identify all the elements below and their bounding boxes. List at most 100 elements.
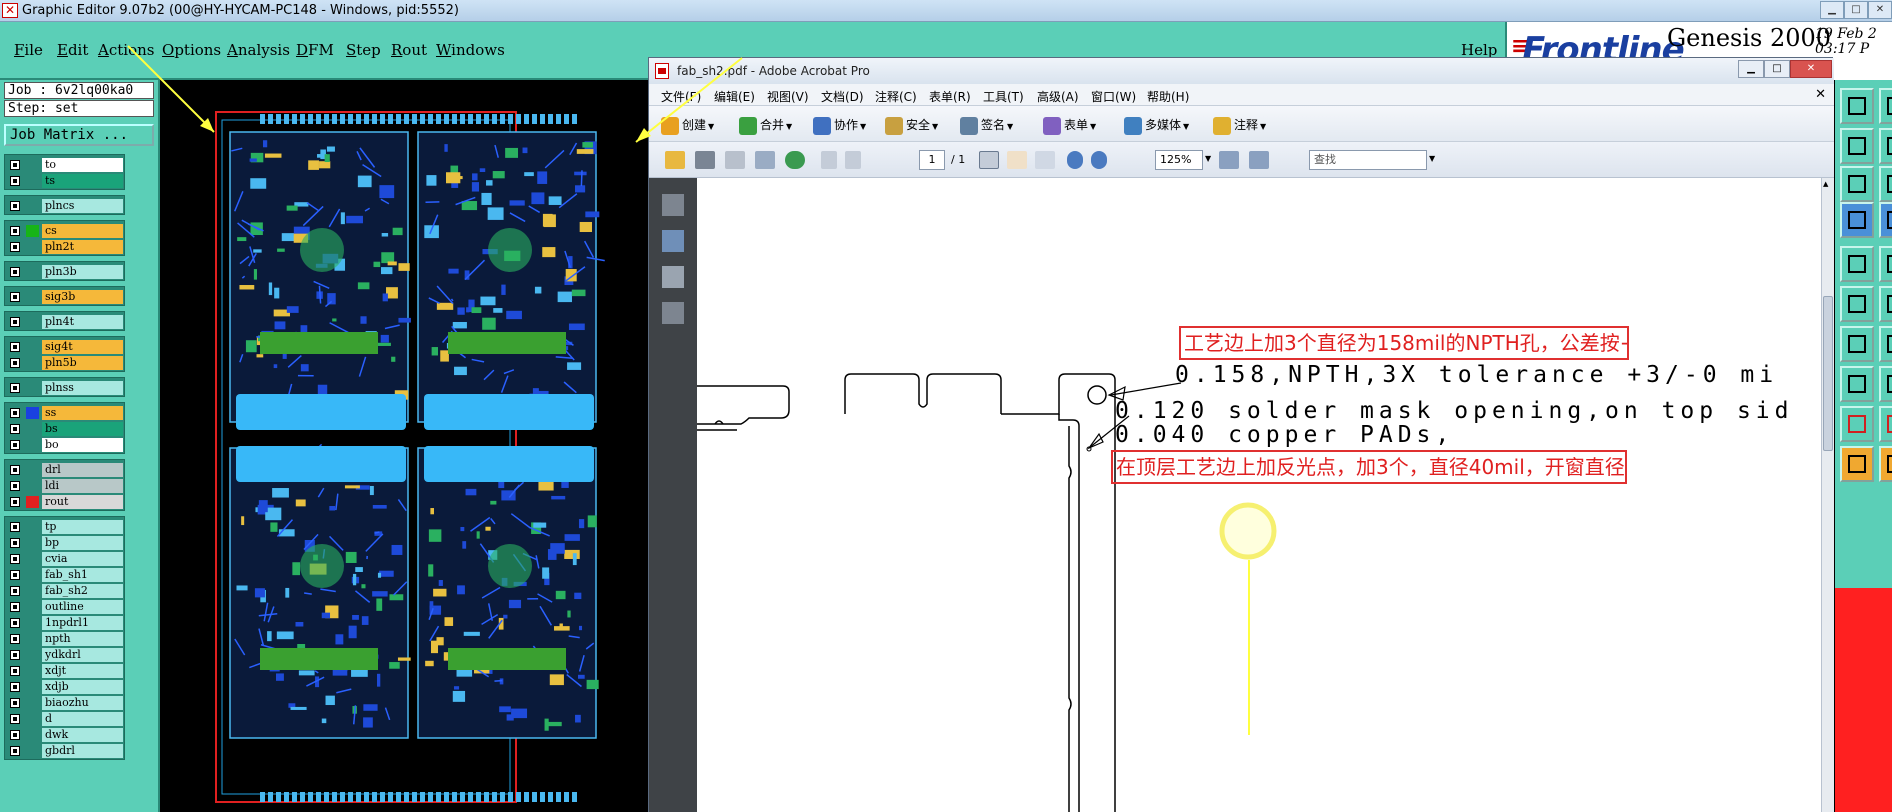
- acro-menu-edit[interactable]: 编辑(E): [714, 88, 755, 105]
- toolbar-button-2[interactable]: 协作 ▼: [813, 116, 866, 135]
- layer-checkbox[interactable]: [10, 586, 20, 596]
- toolbar-button-5[interactable]: 表单 ▼: [1043, 116, 1096, 135]
- layer-color-swatch[interactable]: [26, 521, 39, 533]
- vertical-scrollbar[interactable]: ▲: [1821, 178, 1834, 812]
- layer-checkbox[interactable]: [10, 618, 20, 628]
- layer-name[interactable]: sig4t: [42, 340, 123, 354]
- layer-color-swatch[interactable]: [26, 341, 39, 353]
- layer-color-swatch[interactable]: [26, 423, 39, 435]
- layer-color-swatch[interactable]: [26, 439, 39, 451]
- layer-color-swatch[interactable]: [26, 159, 39, 171]
- menu-rout[interactable]: Rout: [391, 41, 427, 59]
- maximize-button[interactable]: □: [1844, 1, 1868, 19]
- layer-checkbox[interactable]: [10, 538, 20, 548]
- layer-row-fab_sh1[interactable]: fab_sh1: [5, 567, 124, 583]
- layer-color-swatch[interactable]: [26, 382, 39, 394]
- layer-color-swatch[interactable]: [26, 537, 39, 549]
- layer-color-swatch[interactable]: [26, 266, 39, 278]
- select-text-icon[interactable]: [979, 151, 999, 169]
- layer-name[interactable]: dwk: [42, 728, 123, 742]
- layer-row-to[interactable]: to: [5, 157, 124, 173]
- layer-name[interactable]: bp: [42, 536, 123, 550]
- layer-name[interactable]: rout: [42, 495, 123, 509]
- layer-row-cvia[interactable]: cvia: [5, 551, 124, 567]
- layer-color-swatch[interactable]: [26, 745, 39, 757]
- layer-row-ss[interactable]: ss: [5, 405, 124, 421]
- text-a-alt-icon[interactable]: [1879, 406, 1892, 442]
- layer-color-swatch[interactable]: [26, 553, 39, 565]
- toolbar-button-6[interactable]: 多媒体 ▼: [1124, 116, 1189, 135]
- layer-color-swatch[interactable]: [26, 241, 39, 253]
- layer-checkbox[interactable]: [10, 698, 20, 708]
- open-folder-icon[interactable]: [665, 151, 685, 169]
- layer-checkbox[interactable]: [10, 424, 20, 434]
- layer-checkbox[interactable]: [10, 634, 20, 644]
- acrobat-minimize-button[interactable]: ▁: [1738, 60, 1764, 78]
- measure-alt-icon[interactable]: [1879, 286, 1892, 322]
- layer-row-npth[interactable]: npth: [5, 631, 124, 647]
- layer-checkbox[interactable]: [10, 383, 20, 393]
- acro-menu-file[interactable]: 文件(F): [661, 88, 701, 105]
- layer-row-xdjb[interactable]: xdjb: [5, 679, 124, 695]
- pcb-panel-drawing[interactable]: [160, 80, 652, 812]
- pad-alt-icon[interactable]: [1879, 366, 1892, 402]
- acro-menu-comments[interactable]: 注释(C): [875, 88, 917, 105]
- layer-name[interactable]: cs: [42, 224, 123, 238]
- snap-icon[interactable]: [1840, 202, 1874, 238]
- layer-name[interactable]: pln4t: [42, 315, 123, 329]
- layer-checkbox[interactable]: [10, 242, 20, 252]
- layer-row-ldi[interactable]: ldi: [5, 478, 124, 494]
- layer-name[interactable]: outline: [42, 600, 123, 614]
- layer-color-swatch[interactable]: [26, 697, 39, 709]
- email-icon[interactable]: [755, 151, 775, 169]
- acro-menu-help[interactable]: 帮助(H): [1147, 88, 1189, 105]
- layer-row-sig3b[interactable]: sig3b: [5, 289, 124, 305]
- menu-options[interactable]: Options: [162, 41, 221, 59]
- layer-name[interactable]: cvia: [42, 552, 123, 566]
- layer-color-swatch[interactable]: [26, 649, 39, 661]
- layer-name[interactable]: 1npdrl1: [42, 616, 123, 630]
- layer-name[interactable]: to: [42, 158, 123, 172]
- rotate-alt-icon[interactable]: [1879, 326, 1892, 362]
- layer-color-swatch[interactable]: [26, 407, 39, 419]
- print-icon[interactable]: [695, 151, 715, 169]
- layer-checkbox[interactable]: [10, 342, 20, 352]
- layer-color-swatch[interactable]: [26, 464, 39, 476]
- minimize-button[interactable]: ▁: [1820, 1, 1844, 19]
- layer-checkbox[interactable]: [10, 317, 20, 327]
- layer-row-fab_sh2[interactable]: fab_sh2: [5, 583, 124, 599]
- layer-checkbox[interactable]: [10, 497, 20, 507]
- layer-checkbox[interactable]: [10, 602, 20, 612]
- find-dropdown-icon[interactable]: ▼: [1429, 154, 1435, 163]
- layer-name[interactable]: fab_sh2: [42, 584, 123, 598]
- ruler-icon[interactable]: [1840, 246, 1874, 282]
- menu-actions[interactable]: Actions: [98, 41, 154, 59]
- layer-name[interactable]: plnss: [42, 381, 123, 395]
- layer-name[interactable]: pln3b: [42, 265, 123, 279]
- layer-row-ts[interactable]: ts: [5, 173, 124, 189]
- layer-row-bs[interactable]: bs: [5, 421, 124, 437]
- scale-icon[interactable]: [1840, 166, 1874, 202]
- layout-alt-icon[interactable]: [1879, 128, 1892, 164]
- layer-name[interactable]: pln5b: [42, 356, 123, 370]
- menu-dfm[interactable]: DFM: [296, 41, 334, 59]
- layer-checkbox[interactable]: [10, 746, 20, 756]
- fit-page-icon[interactable]: [1219, 151, 1239, 169]
- layer-checkbox[interactable]: [10, 358, 20, 368]
- fit-width-icon[interactable]: [1249, 151, 1269, 169]
- acro-menu-window[interactable]: 窗口(W): [1091, 88, 1136, 105]
- layer-row-1npdrl1[interactable]: 1npdrl1: [5, 615, 124, 631]
- layer-color-swatch[interactable]: [26, 617, 39, 629]
- layer-checkbox[interactable]: [10, 714, 20, 724]
- layer-checkbox[interactable]: [10, 267, 20, 277]
- layer-name[interactable]: npth: [42, 632, 123, 646]
- toolbar-button-1[interactable]: 合并 ▼: [739, 116, 792, 135]
- acro-menu-view[interactable]: 视图(V): [767, 88, 809, 105]
- layer-color-swatch[interactable]: [26, 601, 39, 613]
- layer-checkbox[interactable]: [10, 682, 20, 692]
- layer-color-swatch[interactable]: [26, 665, 39, 677]
- zoom-tool-icon[interactable]: [1035, 151, 1055, 169]
- layer-color-swatch[interactable]: [26, 569, 39, 581]
- select-arrow-alt-icon[interactable]: [1879, 446, 1892, 482]
- scroll-up-icon[interactable]: ▲: [1823, 180, 1828, 188]
